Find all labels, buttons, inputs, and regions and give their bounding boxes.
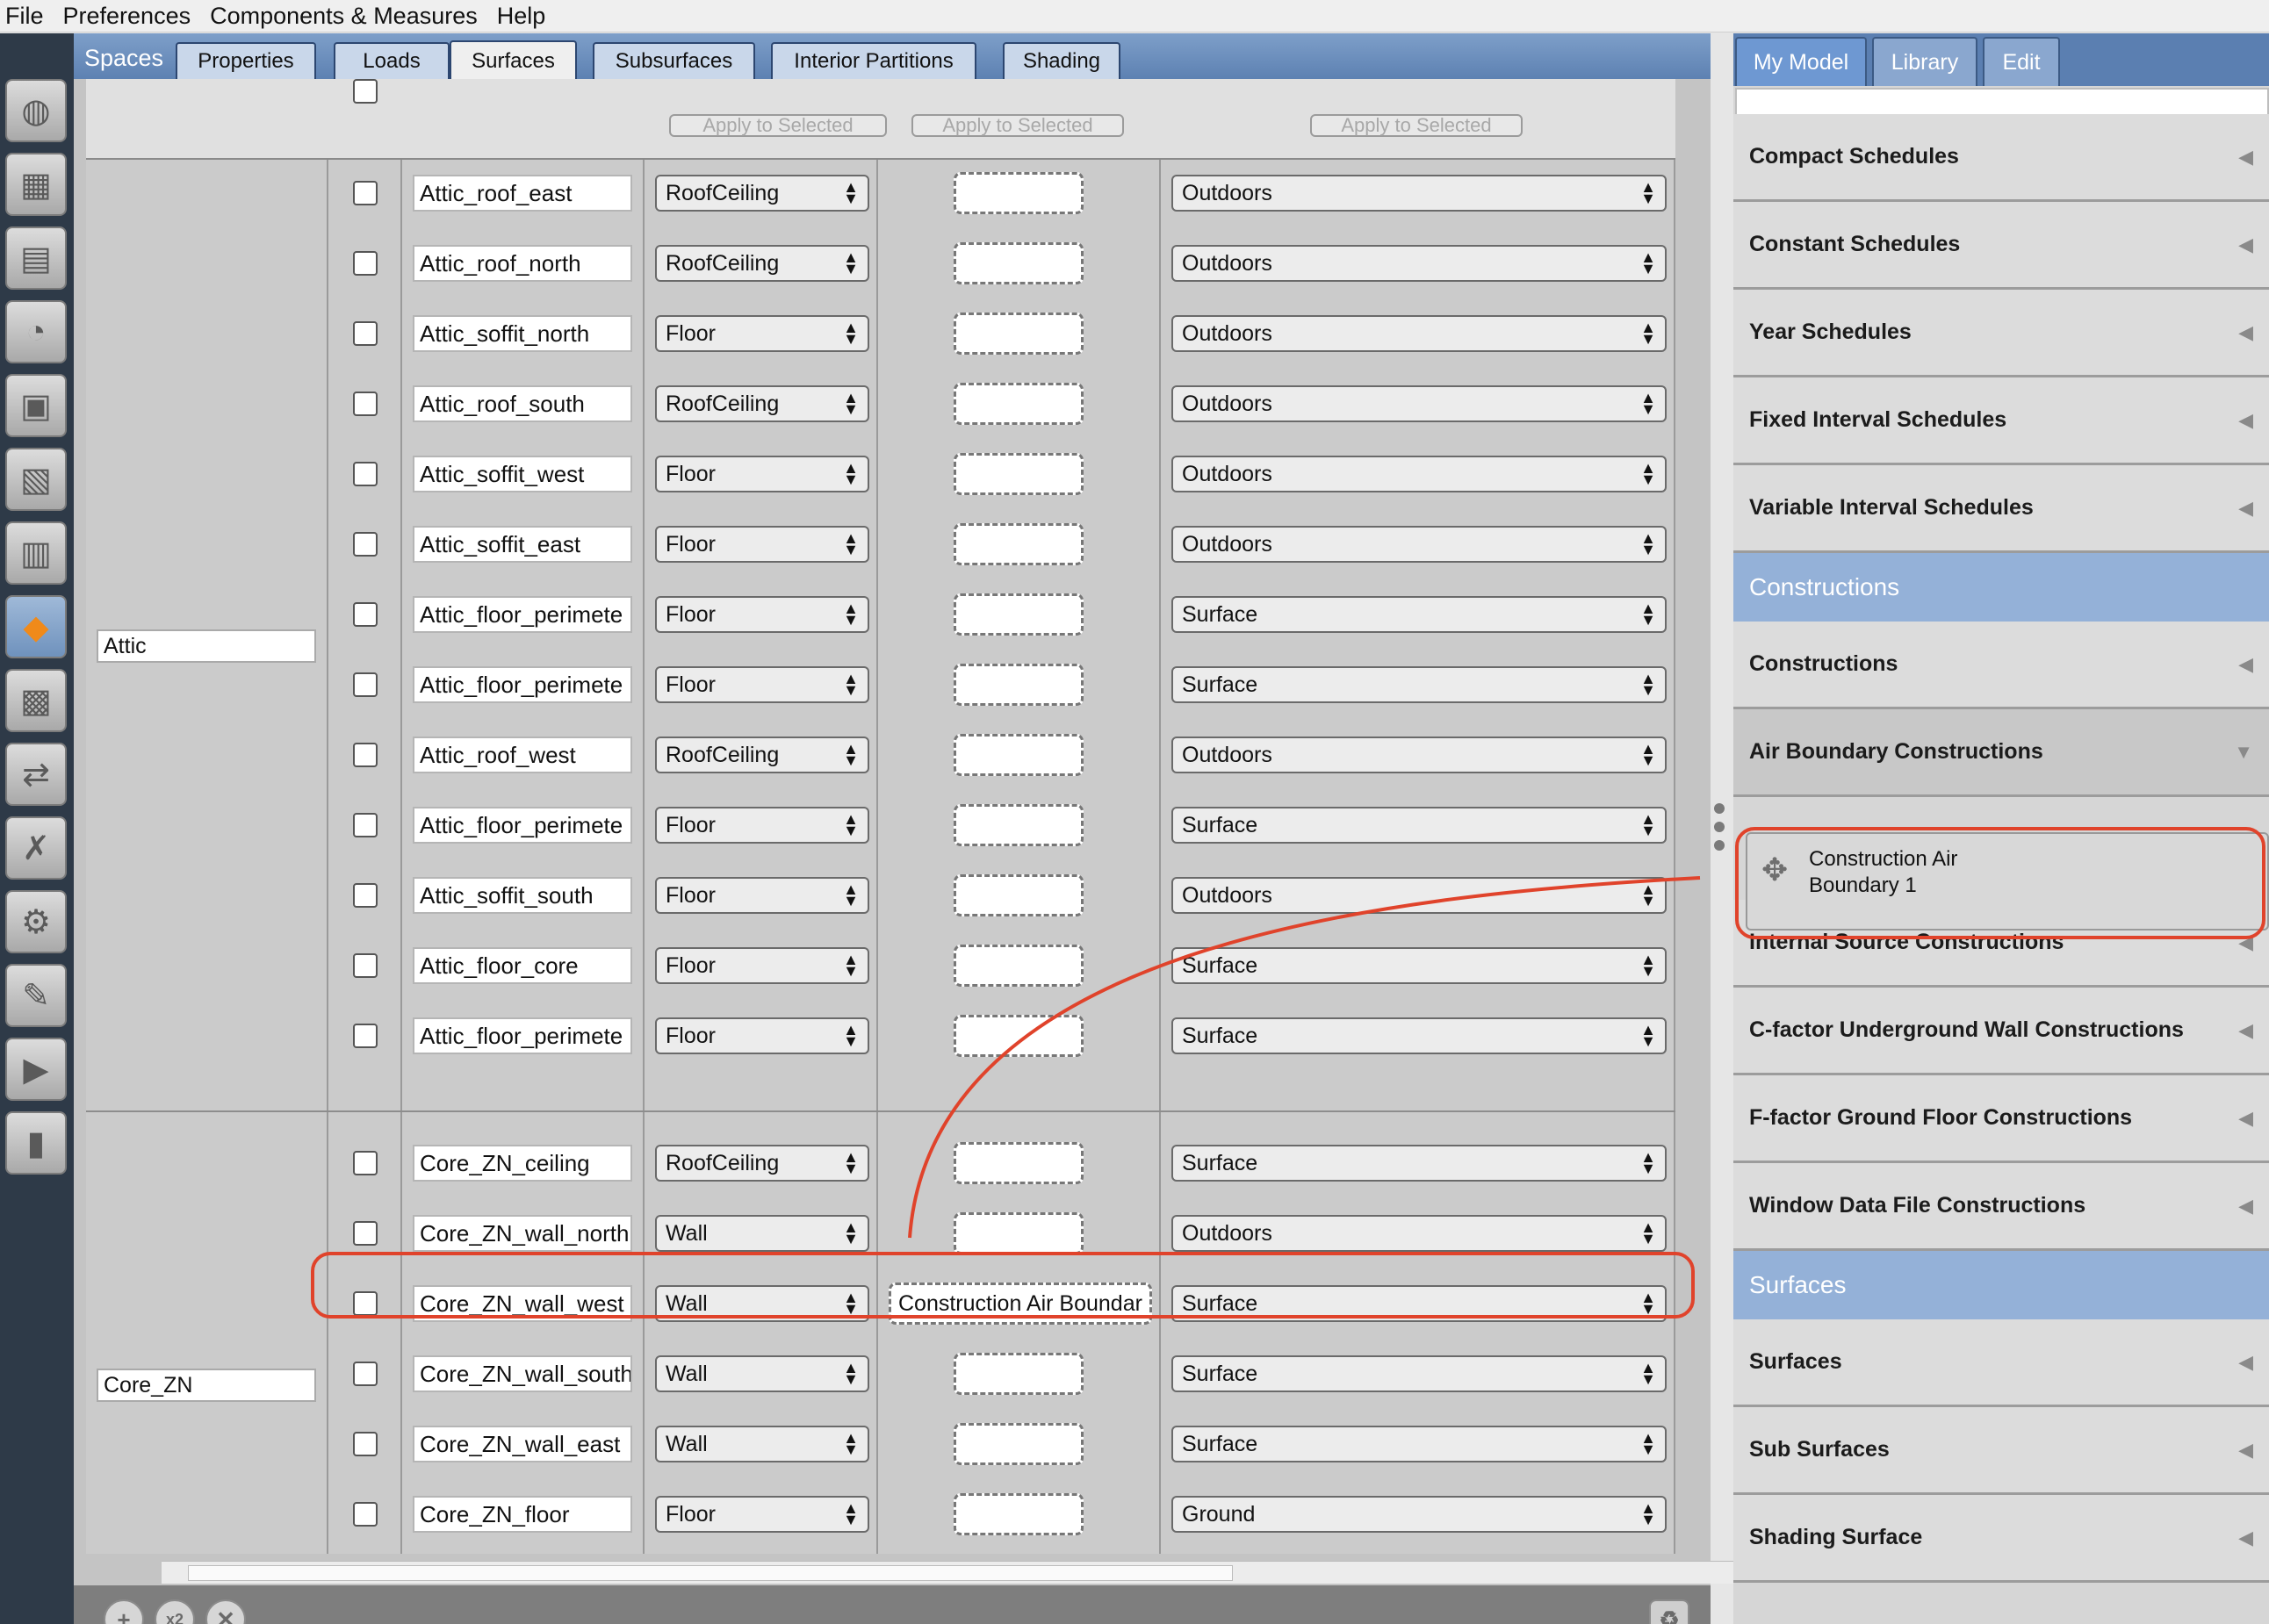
annotation-arrow [908,876,1701,1239]
